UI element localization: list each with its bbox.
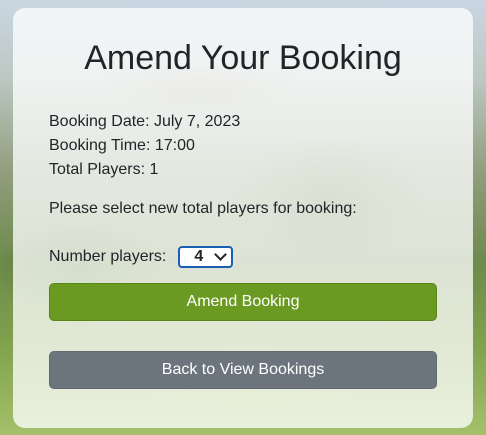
booking-date: Booking Date: July 7, 2023 — [49, 113, 241, 130]
chevron-down-icon — [214, 248, 228, 261]
page-title: Amend Your Booking — [84, 39, 402, 77]
total-players: Total Players: 1 — [49, 161, 159, 178]
amend-booking-button[interactable]: Amend Booking — [49, 283, 437, 321]
players-prompt: Please select new total players for book… — [49, 200, 357, 217]
booking-details: Booking Date: July 7, 2023 Booking Time:… — [49, 110, 240, 182]
players-label: Number players: — [49, 248, 167, 265]
players-select-value: 4 — [194, 248, 204, 265]
back-to-bookings-button[interactable]: Back to View Bookings — [49, 351, 437, 389]
booking-card: Amend Your Booking Booking Date: July 7,… — [13, 8, 473, 428]
booking-time: Booking Time: 17:00 — [49, 137, 195, 154]
amend-booking-label: Amend Booking — [186, 293, 300, 310]
back-to-bookings-label: Back to View Bookings — [161, 361, 325, 378]
players-select[interactable]: 4 — [178, 246, 234, 268]
players-field: Number players: 4 — [49, 244, 234, 270]
